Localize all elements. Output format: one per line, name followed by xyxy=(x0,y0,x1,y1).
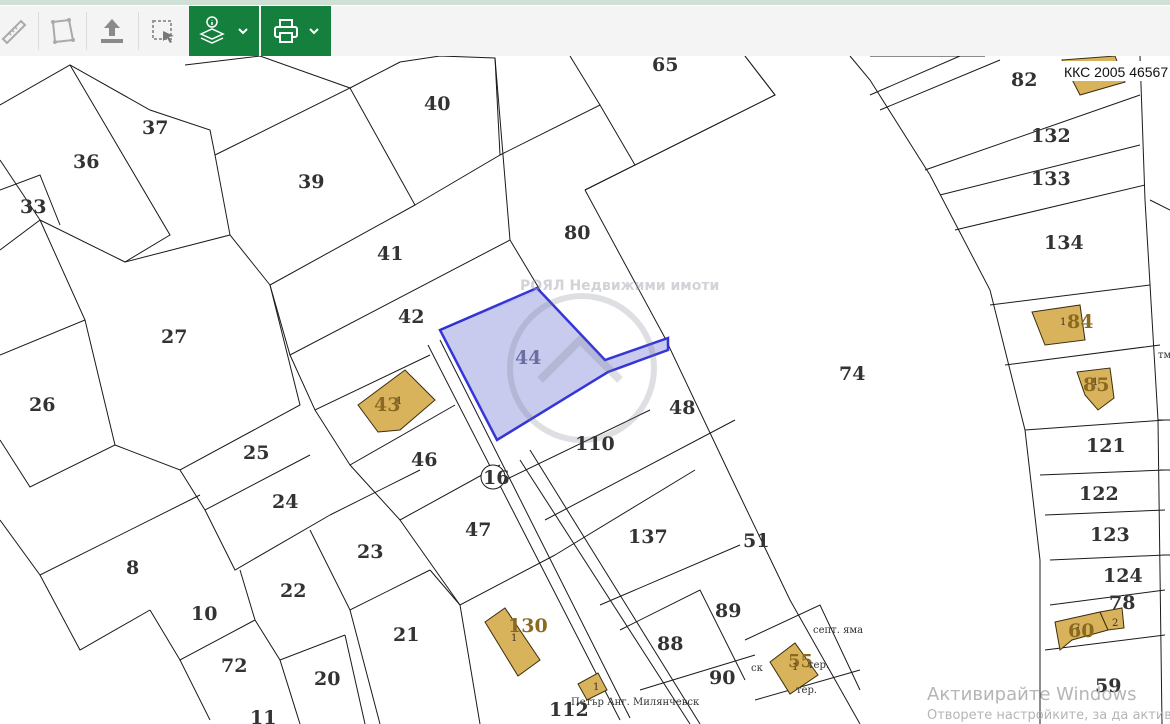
polygon-measure-icon xyxy=(51,18,75,44)
street-name: Петър Анг. Милянчевск xyxy=(571,697,700,708)
parcel-label: 33 xyxy=(20,196,46,218)
map-note: ск xyxy=(751,663,764,674)
parcel-label: 85 xyxy=(1083,374,1109,396)
print-icon xyxy=(274,19,298,43)
parcel-label: 72 xyxy=(221,655,247,677)
parcel-label: 78 xyxy=(1109,592,1135,614)
parcel-label: 10 xyxy=(191,603,217,625)
map-note: тер. xyxy=(808,660,829,671)
map-note: тм xyxy=(1158,350,1170,361)
parcel-label: 22 xyxy=(280,580,306,602)
parcel-label: 130 xyxy=(508,615,548,637)
parcel-label: 42 xyxy=(398,306,424,328)
upload-icon xyxy=(101,19,123,43)
parcel-label: 27 xyxy=(161,326,187,348)
parcel-label: 134 xyxy=(1044,232,1084,254)
parcel-label: 123 xyxy=(1090,524,1130,546)
parcel-label: 26 xyxy=(29,394,55,416)
parcel-label: 60 xyxy=(1068,620,1094,642)
layers-info-icon xyxy=(199,16,225,44)
windows-activation-title: Активирайте Windows xyxy=(927,684,1137,705)
polygon-measure-button[interactable] xyxy=(39,6,85,56)
parcel-label: 84 xyxy=(1067,311,1093,333)
building-floors: 1 xyxy=(1060,317,1066,328)
parcel-label: 37 xyxy=(142,117,168,139)
map-toolbar xyxy=(0,6,1170,56)
ruler-icon xyxy=(1,19,27,45)
parcel-label: 74 xyxy=(839,363,865,385)
parcel-label: 90 xyxy=(709,667,735,689)
parcel-label: 40 xyxy=(424,93,450,115)
upload-button[interactable] xyxy=(89,6,135,56)
building-floors: 1 xyxy=(593,682,599,693)
parcel-label: 65 xyxy=(652,54,678,76)
parcel-label: 36 xyxy=(73,151,99,173)
parcel-label: 24 xyxy=(272,491,298,513)
select-area-icon xyxy=(152,20,174,43)
parcel-label: 51 xyxy=(743,530,769,552)
print-dropdown[interactable] xyxy=(261,6,331,56)
parcel-label: 137 xyxy=(628,526,668,548)
parcel-label: 8 xyxy=(126,557,139,579)
parcel-label: 46 xyxy=(411,449,437,471)
parcel-label: 88 xyxy=(657,633,683,655)
parcel-label: 132 xyxy=(1031,125,1071,147)
toolbar-divider xyxy=(138,12,139,50)
top-accent-stripe xyxy=(0,0,1170,5)
parcel-label: 110 xyxy=(575,433,615,455)
building-floors: 2 xyxy=(1112,618,1118,629)
parcel-label: 11 xyxy=(250,707,276,724)
chevron-down-icon xyxy=(238,28,248,35)
parcel-label: 20 xyxy=(314,668,340,690)
chevron-down-icon xyxy=(309,28,319,35)
cadastre-code: ККС 2005 46567 xyxy=(1064,64,1168,80)
parcel-label: 41 xyxy=(377,243,403,265)
ruler-tool-button[interactable] xyxy=(0,6,36,56)
parcel-label: 44 xyxy=(515,347,541,369)
parcel-label: 80 xyxy=(564,222,590,244)
parcel-label: 43 xyxy=(374,394,400,416)
cadastral-map[interactable]: 1 1 1 1 1 1 1 2 1 РОЯЛ Недвижими имоти 6… xyxy=(0,0,1170,724)
parcel-label: 122 xyxy=(1079,483,1119,505)
layers-info-dropdown[interactable] xyxy=(189,6,259,56)
parcel-label: 124 xyxy=(1103,565,1143,587)
parcel-label: 121 xyxy=(1086,435,1126,457)
toolbar-divider xyxy=(86,12,87,50)
parcel-label: 89 xyxy=(715,600,741,622)
parcel-label: 23 xyxy=(357,541,383,563)
parcel-label: 21 xyxy=(393,624,419,646)
parcel-label: 48 xyxy=(669,397,695,419)
parcel-label: 25 xyxy=(243,442,269,464)
windows-activation-subtitle: Отворете настройките, за да активи xyxy=(927,708,1170,723)
parcel-label: 39 xyxy=(298,171,324,193)
parcel-label: 47 xyxy=(465,519,491,541)
street-number: 16 xyxy=(483,467,509,489)
select-area-button[interactable] xyxy=(140,6,186,56)
parcel-label: 133 xyxy=(1031,168,1071,190)
map-note: септ. яма xyxy=(813,625,863,636)
parcel-label: 82 xyxy=(1011,69,1037,91)
agency-watermark-text: РОЯЛ Недвижими имоти xyxy=(520,278,719,294)
map-note: тер. xyxy=(796,685,817,696)
